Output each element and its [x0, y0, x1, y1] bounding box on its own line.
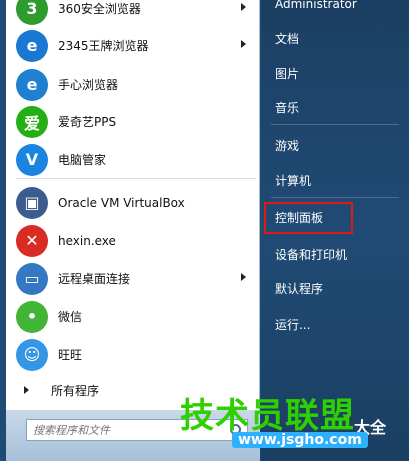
computer-label: 计算机	[275, 173, 312, 188]
program-item[interactable]: • 微信	[10, 298, 256, 335]
program-label: 360安全浏览器	[58, 2, 141, 16]
pc-manager-icon: V	[16, 143, 48, 176]
program-label: 2345王牌浏览器	[58, 39, 149, 53]
pictures-link[interactable]: 图片	[275, 63, 299, 83]
start-menu: 3 360安全浏览器 e 2345王牌浏览器 e 手心浏览器爱爱奇艺PPS V 电脑管家 ▣ Or…	[0, 0, 409, 461]
program-item[interactable]: ▭ 远程桌面连接	[10, 260, 256, 297]
pictures-label: 图片	[275, 66, 300, 81]
run-label: 运行...	[275, 317, 311, 332]
shouxin-browser-icon: e	[16, 68, 48, 101]
user-name-link[interactable]: Administrator	[275, 0, 357, 14]
watermark-text: 技术员联盟	[180, 396, 355, 436]
program-item[interactable]: ✕ hexin.exe	[10, 222, 256, 259]
iqiyi-pps-icon: 爱	[16, 105, 48, 138]
program-label: Oracle VM VirtualBox	[58, 195, 185, 210]
wangwang-icon: ☺	[16, 338, 48, 371]
program-item[interactable]: ▣ Oracle VM VirtualBox	[10, 184, 256, 221]
user-name-label: Administrator	[275, 0, 357, 11]
wechat-icon: •	[16, 300, 48, 333]
submenu-arrow-icon[interactable]	[241, 273, 246, 281]
devices-printers-link[interactable]: 设备和打印机	[275, 244, 347, 264]
default-programs-label: 默认程序	[275, 281, 324, 296]
places-separator	[271, 124, 399, 125]
program-label: 旺旺	[58, 348, 83, 362]
program-item[interactable]: 爱爱奇艺PPS	[10, 103, 256, 140]
program-label: 远程桌面连接	[58, 272, 131, 286]
program-label: 手心浏览器	[58, 78, 119, 92]
system-separator	[271, 197, 399, 198]
program-label: 微信	[58, 310, 83, 324]
virtualbox-icon: ▣	[16, 186, 48, 219]
computer-link[interactable]: 计算机	[275, 170, 311, 190]
360-browser-icon: 3	[16, 0, 48, 25]
program-item[interactable]: e 手心浏览器	[10, 66, 256, 103]
program-item[interactable]: 3 360安全浏览器	[10, 0, 256, 27]
games-label: 游戏	[275, 138, 300, 153]
submenu-arrow-icon[interactable]	[241, 3, 246, 11]
documents-label: 文档	[275, 31, 300, 46]
2345-browser-icon: e	[16, 29, 48, 62]
hexin-icon: ✕	[16, 224, 48, 257]
games-link[interactable]: 游戏	[275, 135, 299, 155]
music-label: 音乐	[275, 100, 300, 115]
control-panel-highlight	[264, 202, 353, 234]
all-programs-label: 所有程序	[51, 383, 100, 398]
default-programs-link[interactable]: 默认程序	[275, 278, 323, 298]
program-label: 电脑管家	[58, 153, 107, 167]
documents-link[interactable]: 文档	[275, 28, 299, 48]
music-link[interactable]: 音乐	[275, 97, 299, 117]
program-label: hexin.exe	[58, 233, 116, 248]
program-item[interactable]: e 2345王牌浏览器	[10, 27, 256, 64]
run-link[interactable]: 运行...	[275, 314, 310, 334]
devices-printers-label: 设备和打印机	[275, 247, 348, 262]
program-label: 爱奇艺PPS	[58, 115, 117, 129]
submenu-arrow-icon[interactable]	[241, 40, 246, 48]
remote-desktop-icon: ▭	[16, 262, 48, 295]
programs-pane: 3 360安全浏览器 e 2345王牌浏览器 e 手心浏览器爱爱奇艺PPS V 电脑管家 ▣ Or…	[6, 0, 260, 425]
pinned-separator	[16, 178, 256, 179]
program-item[interactable]: ☺ 旺旺	[10, 336, 256, 373]
watermark-url: www.jsgho.com	[232, 432, 368, 448]
all-programs-arrow-icon	[24, 386, 29, 394]
program-item[interactable]: V 电脑管家	[10, 141, 256, 178]
